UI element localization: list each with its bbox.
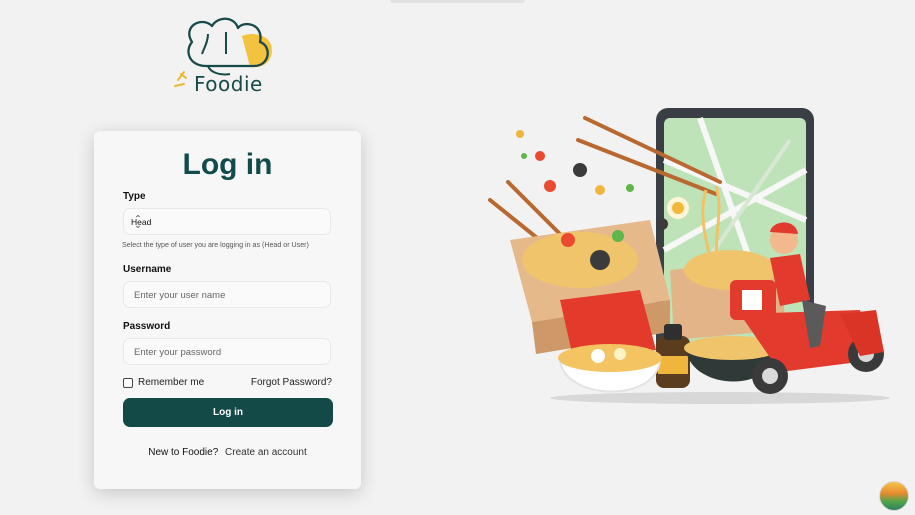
type-help-text: Select the type of user you are logging … [122,241,309,249]
forgot-password-link[interactable]: Forgot Password? [251,377,332,388]
remember-me[interactable]: Remember me [123,377,204,388]
login-card: Log in Type Head ⌃ ⌄ Select the type of u… [94,131,361,489]
login-title: Log in [182,148,273,181]
username-label: Username [123,264,172,275]
password-placeholder: Enter your password [134,347,222,358]
username-placeholder: Enter your user name [134,290,226,301]
password-label: Password [123,321,171,332]
brand-logo: Foodie [172,14,282,98]
password-input[interactable]: Enter your password [123,338,331,365]
type-select[interactable]: Head ⌃ ⌄ [123,208,331,235]
select-arrows-icon: ⌃ ⌄ [134,214,142,231]
brand-name: Foodie [194,72,263,96]
type-label: Type [123,191,146,202]
signup-prompt: New to Foodie? Create an account [94,447,361,458]
username-input[interactable]: Enter your user name [123,281,331,308]
food-delivery-illustration [480,100,905,415]
remember-checkbox[interactable] [123,377,133,388]
avatar-icon[interactable] [879,481,909,511]
top-scroll-hint [390,0,525,3]
login-button[interactable]: Log in [123,398,333,427]
hero-illustration-icon [488,108,890,404]
remember-label: Remember me [138,377,205,388]
new-user-text: New to Foodie? [148,447,219,458]
create-account-link[interactable]: Create an account [225,447,307,458]
